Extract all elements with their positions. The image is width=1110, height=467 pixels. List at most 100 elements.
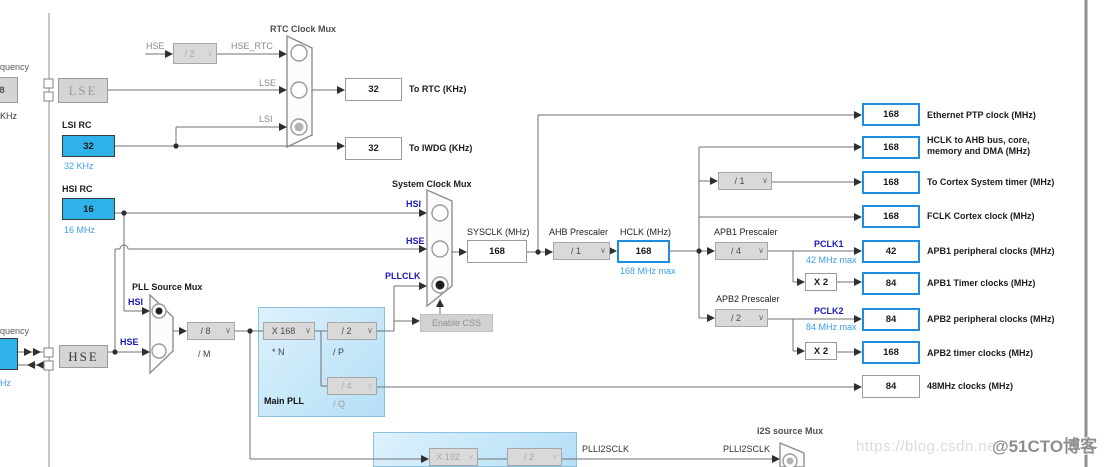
pll-n-multiplier[interactable]: X 168 ∨ [263,322,315,340]
clk48-value: 84 [862,375,920,398]
pclk2-label: PCLK2 [814,306,844,317]
arrowhead-icon [24,348,32,356]
arrowhead-icon [710,177,718,185]
arrowhead-icon [772,455,780,463]
chevron-down-icon: ∨ [305,326,311,335]
apb2-periph-value: 84 [862,308,920,331]
apb1-prescaler[interactable]: / 4 ∨ [715,242,768,260]
out-apb1-periph-label: APB1 peripheral clocks (MHz) [927,246,1055,257]
sys-mux-hse-radio[interactable] [432,241,448,257]
lse-input-freq-value[interactable]: 8 [0,77,18,103]
pll-q-divider: / 4∨ [327,377,377,395]
pll-p-divider-value: / 2 [341,326,351,336]
hclk-title: HCLK (MHz) [620,227,671,238]
ethernet-ptp-value: 168 [862,103,920,126]
out-fclk-label: FCLK Cortex clock (MHz) [927,211,1035,222]
arrowhead-icon [36,361,44,369]
div-q-label: / Q [333,399,345,410]
arrowhead-icon [27,361,35,369]
arrowhead-icon [279,123,287,131]
ahb-prescaler[interactable]: / 1∨ [553,242,610,260]
hclk-ahb-value: 168 [862,136,920,159]
rtc-mux-lse-radio[interactable] [291,82,307,98]
pin-square [44,79,53,88]
rtc-clock-mux-title: RTC Clock Mux [270,24,336,35]
csdn-watermark: https://blog.csdn.net [856,438,1001,455]
arrowhead-icon [412,317,420,325]
arrowhead-icon [419,209,427,217]
system-clock-mux-title: System Clock Mux [392,179,472,190]
out-apb1-timer-label: APB1 Timer clocks (MHz) [927,278,1035,289]
out-cortex-label: To Cortex System timer (MHz) [927,177,1054,188]
pll-mux-hse-radio[interactable] [152,344,166,358]
cortex-timer-value: 168 [862,171,920,194]
chevron-down-icon: ∨ [552,452,558,461]
chevron-down-icon: ∨ [367,326,373,335]
plli2sclk-label-2: PLLI2SCLK [723,444,770,455]
cortex-prescaler[interactable]: / 1∨ [718,172,772,190]
arrowhead-icon [337,142,345,150]
pll-hse-label: HSE [120,337,139,348]
arrowhead-icon [854,178,862,186]
arrowhead-icon [33,348,41,356]
pll-m-divider[interactable]: / 8∨ [187,322,235,340]
chevron-down-icon: ∨ [758,313,764,322]
hsi-rc-title: HSI RC [62,184,93,195]
arrowhead-icon [854,143,862,151]
pin-square [44,361,53,370]
lsi-rc-title: LSI RC [62,120,92,131]
arrowhead-icon [142,348,150,356]
pll-n-multiplier-value: X 168 [272,326,296,336]
out-hclk-ahb-label: HCLK to AHB bus, core, memory and DMA (M… [927,135,1102,157]
chevron-down-icon: ∨ [758,246,764,255]
i2s-source-mux-title: I2S source Mux [757,426,823,437]
chevron-down-icon: ∨ [468,452,474,461]
arrowhead-icon [609,247,617,255]
rtc-hse-divider: / 2∨ [173,43,217,64]
arrowhead-icon [337,86,345,94]
out-48mhz-label: 48MHz clocks (MHz) [927,381,1013,392]
arrowhead-icon [854,111,862,119]
arrowhead-icon [459,248,467,256]
sys-hsi-label: HSI [406,199,421,210]
arrowhead-icon [797,347,805,355]
lse-in-label: LSE [259,78,276,89]
arrowhead-icon [707,247,715,255]
chevron-down-icon: ∨ [225,326,231,335]
lsi-in-label: LSI [259,114,273,125]
hse-rtc-in-label: HSE [146,41,165,52]
pin-square [44,348,53,357]
sys-mux-hsi-radio[interactable] [432,205,448,221]
arrowhead-icon [797,278,805,286]
rtc-mux-lsi-radio-selected-dot [295,123,304,132]
arrowhead-icon [854,383,862,391]
arrowhead-icon [854,278,862,286]
junction-dot [112,349,117,354]
div-p-label: / P [333,347,344,358]
arrowhead-icon [142,307,150,315]
rtc-mux-hse-radio[interactable] [291,45,307,61]
x2-apb2-multiplier: X 2 [805,342,837,360]
rtc-hse-divider-value: / 2 [184,49,194,59]
plli2sclk-label-1: PLLI2SCLK [582,444,629,455]
junction-dot [247,328,252,333]
apb2-timer-value: 168 [862,341,920,364]
apb1-periph-value: 42 [862,240,920,263]
sysclk-title: SYSCLK (MHz) [467,227,530,238]
pll-p-divider[interactable]: / 2 ∨ [327,322,377,340]
hse-input-freq-value[interactable] [0,338,18,370]
ahb-prescaler-value: / 1 [571,246,581,256]
ahb-prescaler-title: AHB Prescaler [549,227,608,238]
junction-dot [173,143,178,148]
apb2-prescaler[interactable]: / 2∨ [715,309,768,327]
enable-css-button[interactable]: Enable CSS [420,314,493,332]
hclk-value[interactable]: 168 [617,240,670,263]
junction-dot [535,249,540,254]
pin-square [44,92,53,101]
apb1-prescaler-title: APB1 Prescaler [714,227,778,238]
junction-dot [696,248,701,253]
arrowhead-icon [419,282,427,290]
to-rtc-label: To RTC (KHz) [409,84,466,95]
apb1-prescaler-value: / 4 [731,246,741,256]
plli2s-n-multiplier-value: X 192 [436,452,460,462]
